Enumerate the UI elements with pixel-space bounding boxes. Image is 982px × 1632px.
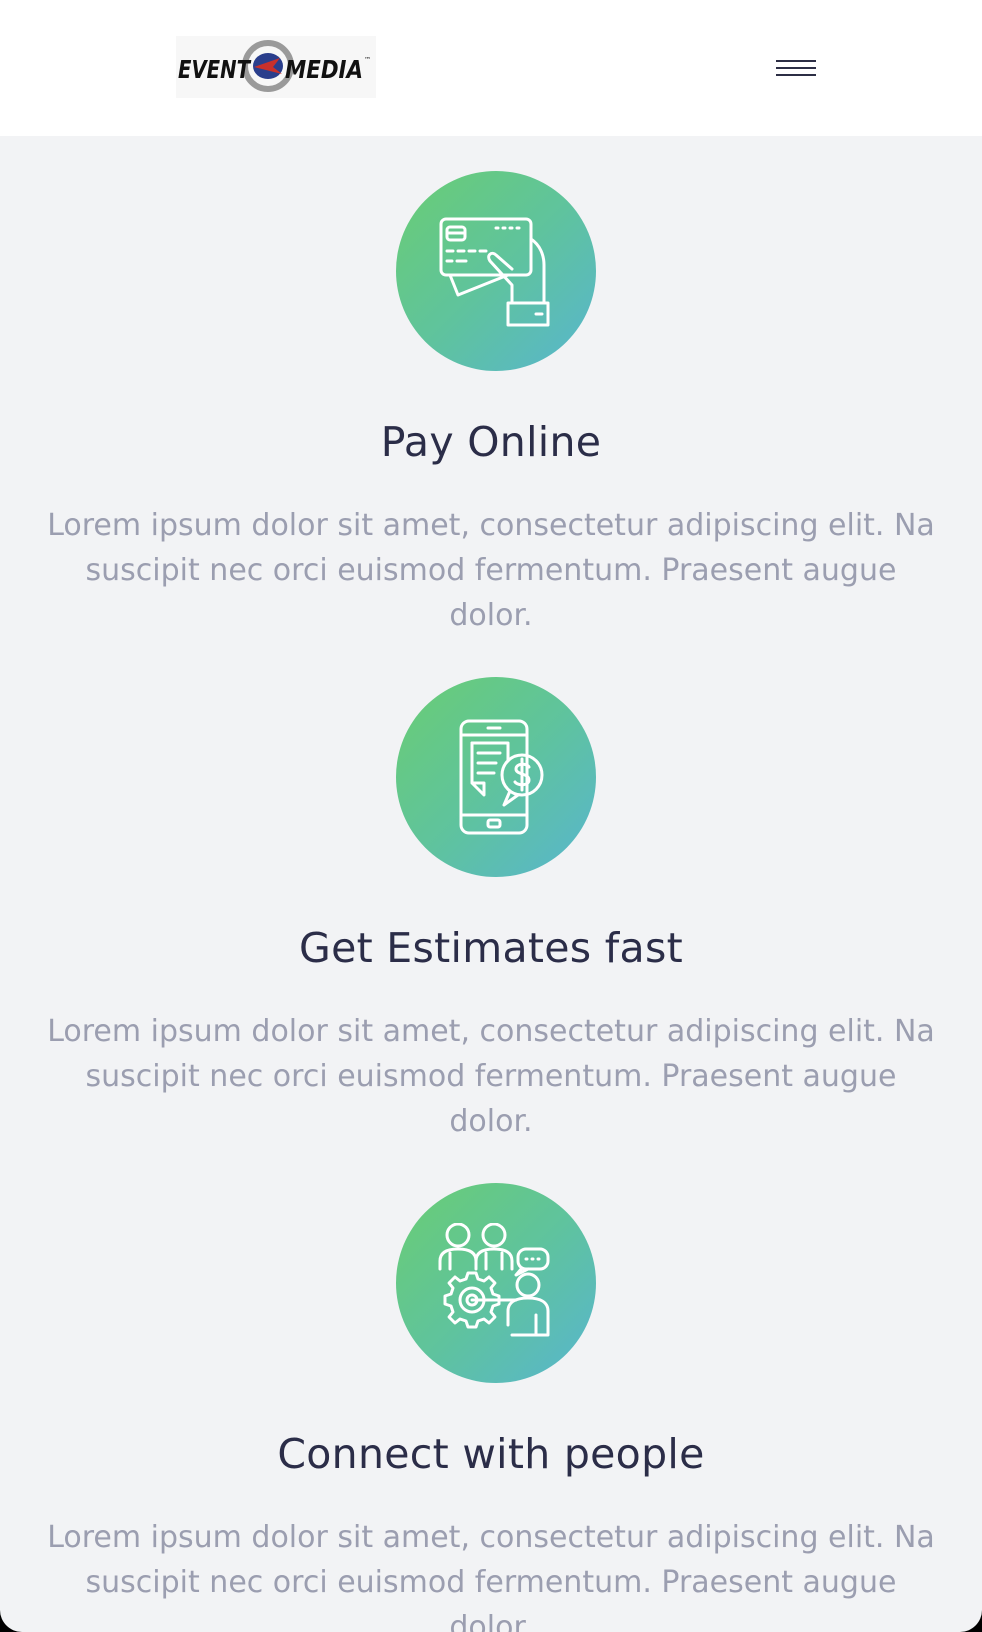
icon-badge — [396, 171, 596, 371]
feature-description: Lorem ipsum dolor sit amet, consectetur … — [47, 1520, 935, 1632]
hand-credit-card-icon — [439, 217, 550, 327]
phone-invoice-dollar-icon — [459, 719, 544, 835]
feature-title: Get Estimates fast — [299, 924, 683, 972]
logo-text-right: MEDIA — [285, 55, 363, 84]
site-header: EVENT MEDIA ™ — [0, 0, 982, 136]
logo-text-left: EVENT — [178, 55, 252, 84]
event-media-logo[interactable]: EVENT MEDIA ™ — [176, 36, 376, 98]
menu-line — [776, 74, 816, 76]
logo-trademark: ™ — [364, 56, 371, 64]
menu-line — [776, 60, 816, 62]
icon-badge — [396, 1183, 596, 1383]
feature-description: Lorem ipsum dolor sit amet, consectetur … — [47, 508, 935, 633]
menu-line — [776, 67, 816, 69]
feature-title: Pay Online — [380, 418, 602, 466]
hamburger-menu-icon[interactable] — [770, 52, 822, 84]
team-gear-chat-icon — [438, 1223, 550, 1337]
icon-badge — [396, 677, 596, 877]
feature-description: Lorem ipsum dolor sit amet, consectetur … — [47, 1014, 935, 1139]
page: EVENT MEDIA ™ Pay Online Lorem ipsum dol… — [0, 0, 982, 1632]
feature-title: Connect with people — [277, 1430, 705, 1478]
